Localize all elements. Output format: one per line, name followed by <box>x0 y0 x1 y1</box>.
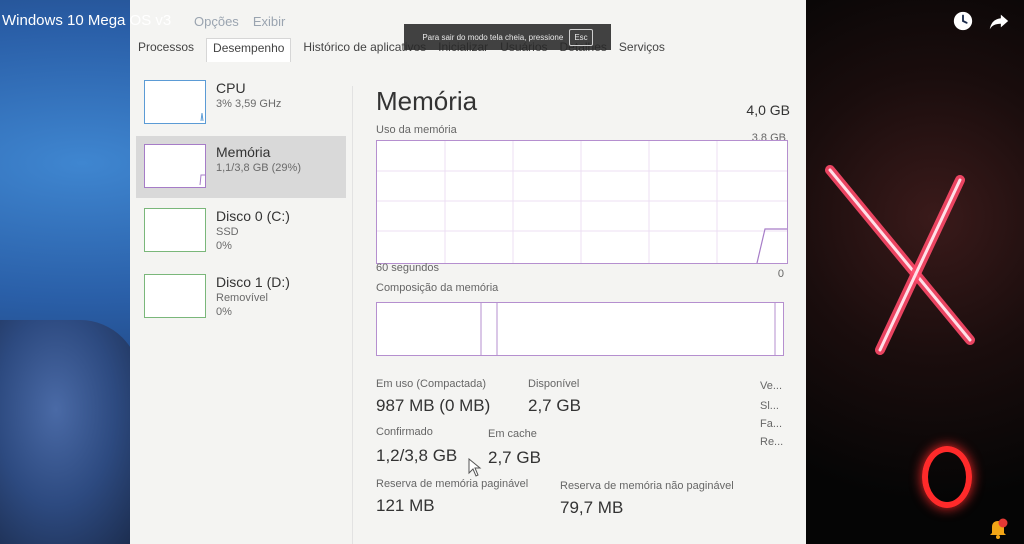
tab-servicos[interactable]: Serviços <box>619 38 665 62</box>
sidebar-item-label: Disco 0 (C:) <box>216 208 290 224</box>
page-title: Memória <box>376 86 478 116</box>
sidebar-item-sub: 1,1/3,8 GB (29%) <box>216 162 301 174</box>
video-top-icons <box>952 10 1010 32</box>
time-right-label: 0 <box>777 268 784 280</box>
neon-x-mask-graphic <box>825 165 975 355</box>
sidebar-item-disco-1[interactable]: Disco 1 (D:) Removível 0% <box>136 266 346 328</box>
memory-detail-panel: Memória 4,0 GB Uso da memória 3,8 GB 60 … <box>376 82 794 544</box>
memory-thumbnail-graph <box>144 144 206 188</box>
memory-usage-graph <box>376 140 788 264</box>
esc-key-badge: Esc <box>569 28 593 46</box>
committed-label: Confirmado <box>376 426 433 438</box>
share-icon[interactable] <box>988 10 1010 32</box>
sidebar-item-sub: SSD <box>216 226 239 238</box>
window-menu: Opções Exibir <box>194 14 285 29</box>
menu-opcoes[interactable]: Opções <box>194 14 239 29</box>
cached-value: 2,7 GB <box>488 448 541 467</box>
menu-exibir[interactable]: Exibir <box>253 14 286 29</box>
right-label-fa: Fa... <box>760 418 783 430</box>
in-use-label: Em uso (Compactada) <box>376 378 487 390</box>
time-left-label: 60 segundos <box>376 262 439 274</box>
memory-composition-bar <box>376 302 784 356</box>
tab-processos[interactable]: Processos <box>138 38 194 62</box>
nonpaged-pool-value: 79,7 MB <box>560 498 624 517</box>
composition-label: Composição da memória <box>376 282 499 294</box>
cached-label: Em cache <box>488 428 537 440</box>
in-use-value: 987 MB (0 MB) <box>376 396 491 415</box>
nonpaged-pool-label: Reserva de memória não paginável <box>560 480 734 492</box>
video-hand-region <box>0 320 140 544</box>
right-label-re: Re... <box>760 436 784 448</box>
memory-total: 4,0 GB <box>746 102 790 118</box>
sidebar-item-memoria[interactable]: Memória 1,1/3,8 GB (29%) <box>136 136 346 198</box>
mouse-cursor-icon <box>468 458 482 477</box>
sidebar-item-sub2: 0% <box>216 306 232 318</box>
neon-ring-graphic <box>922 446 972 508</box>
sidebar-divider <box>352 86 353 544</box>
sidebar-item-label: Disco 1 (D:) <box>216 274 290 290</box>
paged-pool-label: Reserva de memória paginável <box>376 478 529 490</box>
video-title[interactable]: Windows 10 Mega OS v3 <box>2 12 171 29</box>
fullscreen-notice: Para sair do modo tela cheia, pressione … <box>404 24 611 50</box>
disk-thumbnail-graph <box>144 208 206 252</box>
paged-pool-value: 121 MB <box>376 496 435 515</box>
tab-desempenho[interactable]: Desempenho <box>206 38 292 62</box>
sidebar-item-disco-0[interactable]: Disco 0 (C:) SSD 0% <box>136 200 346 262</box>
sidebar-item-sub: Removível <box>216 292 268 304</box>
fullscreen-notice-text: Para sair do modo tela cheia, pressione <box>422 32 564 42</box>
sidebar-item-label: CPU <box>216 80 246 96</box>
available-value: 2,7 GB <box>528 396 581 415</box>
watch-later-icon[interactable] <box>952 10 974 32</box>
sidebar-item-cpu[interactable]: CPU 3% 3,59 GHz <box>136 72 346 134</box>
right-label-sl: Sl... <box>760 400 779 412</box>
performance-sidebar: CPU 3% 3,59 GHz Memória 1,1/3,8 GB (29%)… <box>130 66 350 544</box>
available-label: Disponível <box>528 378 580 390</box>
right-label-ve: Ve... <box>760 380 783 392</box>
sidebar-item-sub2: 0% <box>216 240 232 252</box>
disk-thumbnail-graph <box>144 274 206 318</box>
sidebar-item-sub: 3% 3,59 GHz <box>216 98 282 110</box>
sidebar-item-label: Memória <box>216 144 271 160</box>
notification-bell-icon[interactable] <box>986 516 1010 540</box>
usage-label: Uso da memória <box>376 124 457 136</box>
cpu-thumbnail-graph <box>144 80 206 124</box>
committed-value: 1,2/3,8 GB <box>376 446 458 465</box>
